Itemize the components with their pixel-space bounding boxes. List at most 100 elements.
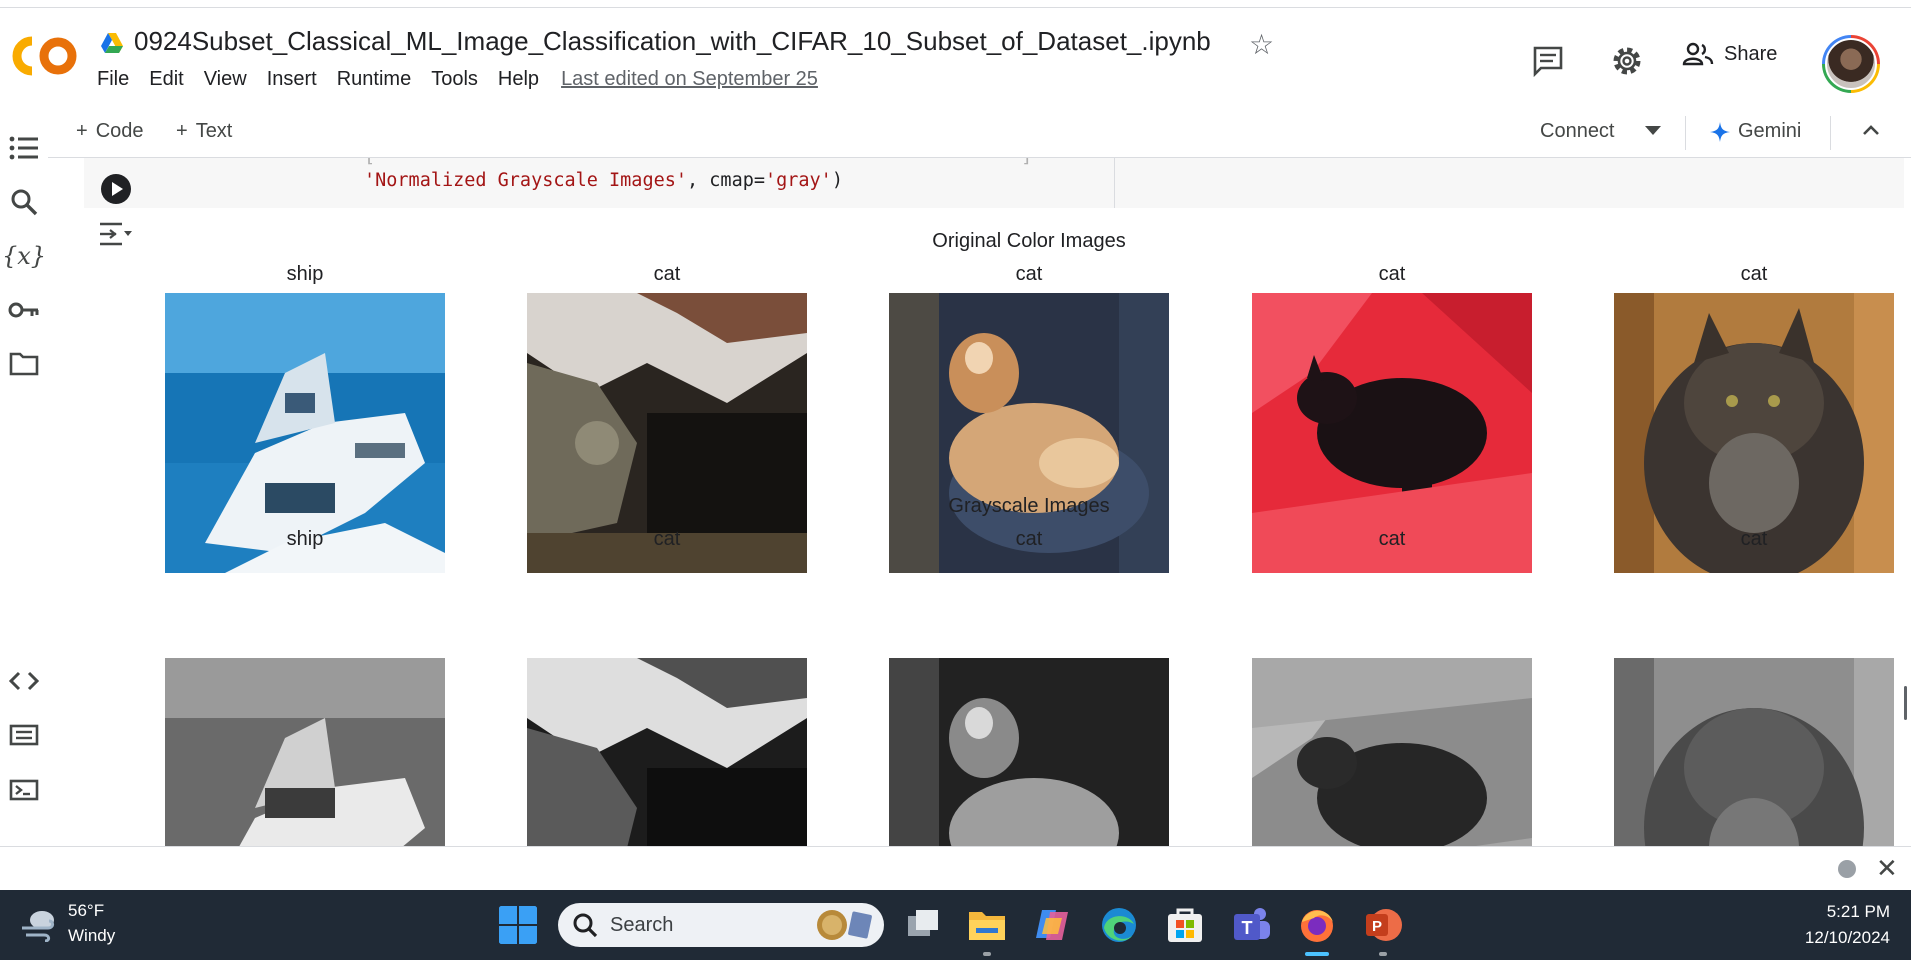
share-people-icon [1682,42,1714,66]
chevron-up-icon [1863,125,1879,135]
search-icon [573,913,598,938]
image-label: ship [286,528,324,550]
notebook-title[interactable]: 0924Subset_Classical_ML_Image_Classifica… [134,26,1211,57]
colab-header: 0924Subset_Classical_ML_Image_Classifica… [0,8,1911,106]
taskbar-search[interactable]: Search [558,903,884,947]
menu-help[interactable]: Help [498,68,539,91]
code-line-partial: [ ] [364,158,1634,167]
colab-logo-icon[interactable] [12,33,78,79]
chevron-down-icon [1645,126,1661,135]
task-view-icon[interactable] [902,904,944,946]
color-images-title: Original Color Images [932,230,1126,252]
connect-button[interactable]: Connect [1540,120,1615,143]
weather-temperature: 56°F [68,901,105,920]
drive-icon[interactable] [100,32,124,54]
powerpoint-icon[interactable]: P [1362,904,1404,946]
gear-icon[interactable] [1610,44,1644,78]
grayscale-images-title: Grayscale Images [948,495,1110,517]
app-active-indicator [1305,952,1329,956]
teams-icon[interactable]: T [1230,904,1272,946]
menu-file[interactable]: File [97,68,129,91]
app-running-indicator [983,952,991,956]
menu-tools[interactable]: Tools [431,68,478,91]
cat-grayscale-image [1252,658,1532,846]
run-cell-button[interactable] [101,174,131,204]
key-icon[interactable] [8,294,40,326]
microsoft-store-icon[interactable] [1164,904,1206,946]
windy-weather-icon[interactable] [20,908,60,942]
clock-date[interactable]: 12/10/2024 [1760,928,1890,948]
image-label: cat [1740,263,1768,285]
image-label: cat [1378,528,1406,550]
last-edited-link[interactable]: Last edited on September 25 [561,68,818,91]
windows-taskbar: 56°F Windy Search T P 5:21 PM 12/10/2024 [0,890,1911,960]
ship-grayscale-image [165,658,445,846]
code-string: 'Normalized Grayscale Images' [364,170,688,191]
weather-description: Windy [68,926,116,945]
add-code-label: Code [95,120,144,142]
image-label: cat [1015,263,1043,285]
clock-time[interactable]: 5:21 PM [1780,902,1890,922]
share-button[interactable]: Share [1682,42,1777,66]
cat-grayscale-image [889,658,1169,846]
code-close: ) [831,170,843,191]
svg-text:T: T [1242,918,1253,938]
scrollbar-thumb[interactable] [1904,686,1907,720]
add-text-button[interactable]: + Text [176,120,232,143]
cat-grayscale-image [527,658,807,846]
search-highlight-icon [817,910,872,940]
code-rest: , cmap= [687,170,765,191]
notebook-toolbar: + Code + Text Connect Gemini [0,106,1911,158]
terminal-icon[interactable] [8,774,40,806]
edge-icon[interactable] [1098,904,1140,946]
gemini-label: Gemini [1738,120,1802,142]
notebook-content: [ ] 'Normalized Grayscale Images', cmap=… [48,158,1911,846]
avatar-photo [1825,38,1877,90]
browser-edge [0,0,1911,8]
app-running-indicator [1379,952,1387,956]
plus-icon: + [76,120,88,142]
image-label: cat [653,263,681,285]
menu-insert[interactable]: Insert [267,68,317,91]
file-explorer-icon[interactable] [966,904,1008,946]
command-palette-icon[interactable] [8,719,40,751]
folder-icon[interactable] [8,348,40,380]
menu-edit[interactable]: Edit [149,68,183,91]
connect-dropdown[interactable] [1645,126,1661,136]
menu-runtime[interactable]: Runtime [337,68,411,91]
search-icon[interactable] [8,186,40,218]
cat-grayscale-image [1614,658,1894,846]
output-actions-icon[interactable] [98,220,132,248]
share-label: Share [1724,42,1778,65]
toolbar-divider [1685,116,1686,150]
image-label: ship [286,263,324,285]
add-text-label: Text [195,120,233,142]
comment-icon[interactable] [1531,44,1565,78]
search-label: Search [610,913,674,936]
image-label: cat [1378,263,1406,285]
image-label: cat [653,528,681,550]
gemini-button[interactable]: Gemini [1710,120,1801,143]
table-of-contents-icon[interactable] [8,132,40,164]
code-snippets-icon[interactable] [8,665,40,697]
copilot-icon[interactable] [1032,904,1074,946]
image-label: cat [1015,528,1043,550]
plus-icon: + [176,120,188,142]
svg-text:P: P [1372,918,1382,935]
close-icon[interactable]: ✕ [1876,853,1898,884]
avatar[interactable] [1822,35,1880,93]
status-indicator[interactable] [1838,860,1856,878]
toolbar-divider [1830,116,1831,150]
menu-view[interactable]: View [204,68,247,91]
windows-start-icon[interactable] [498,905,538,945]
collapse-header-button[interactable] [1862,124,1880,136]
variables-icon[interactable]: {x} [2,240,46,272]
star-icon[interactable]: ☆ [1249,28,1274,61]
code-line[interactable]: 'Normalized Grayscale Images', cmap='gra… [364,170,843,191]
code-arg: 'gray' [764,170,832,191]
image-label: cat [1740,528,1768,550]
add-code-button[interactable]: + Code [76,120,144,143]
code-cell[interactable]: [ ] 'Normalized Grayscale Images', cmap=… [84,158,1904,208]
firefox-icon[interactable] [1296,904,1338,946]
menu-bar: File Edit View Insert Runtime Tools Help… [97,68,838,91]
